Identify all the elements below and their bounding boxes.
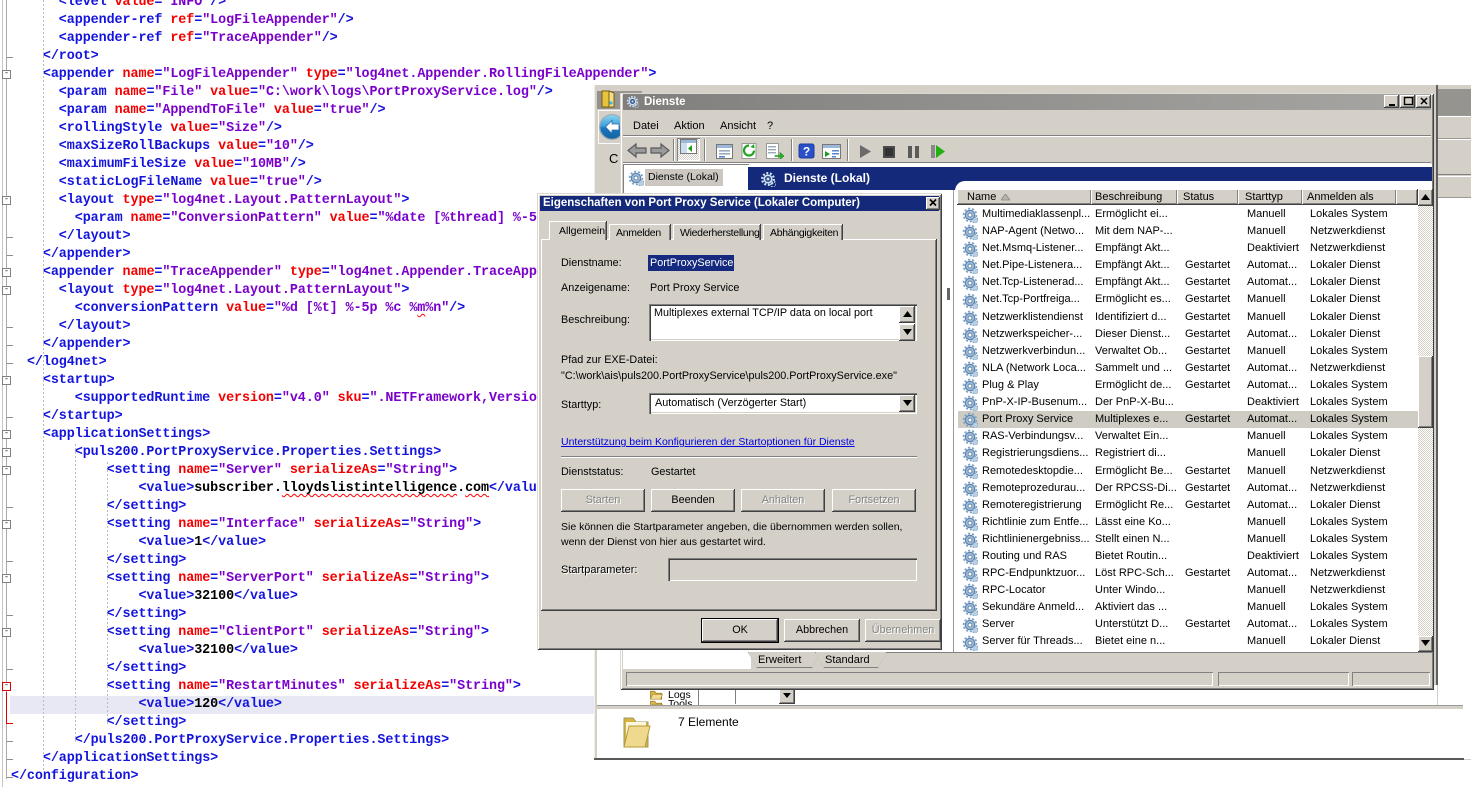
svg-text:?: ? <box>803 145 810 159</box>
